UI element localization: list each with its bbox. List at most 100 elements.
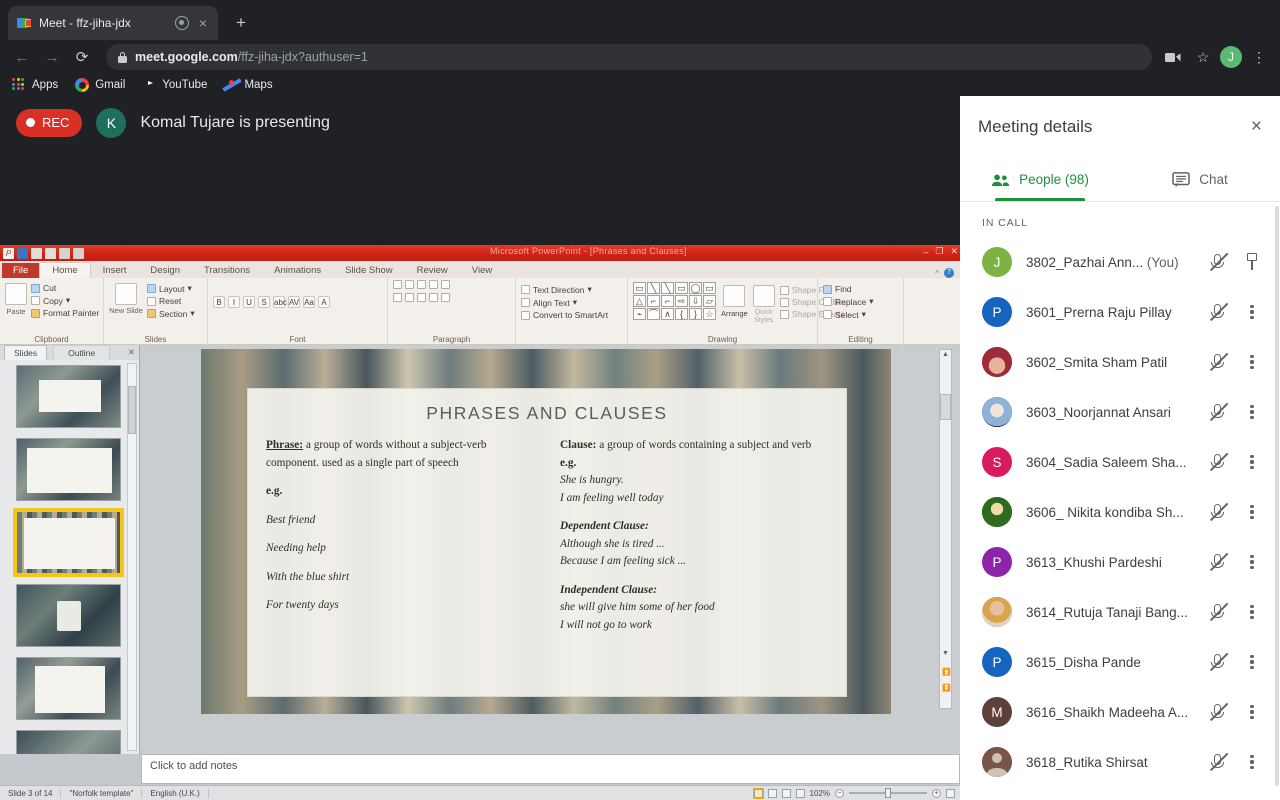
decrease-indent-icon[interactable] xyxy=(417,280,426,289)
list-item[interactable]: 3603_Noorjannat Ansari xyxy=(960,387,1280,437)
more-icon[interactable] xyxy=(1242,305,1262,320)
ribbon-help-buttons[interactable]: ^ ? xyxy=(935,268,960,278)
zoom-out-icon[interactable]: − xyxy=(835,789,844,798)
more-icon[interactable] xyxy=(1242,455,1262,470)
slide-thumbnail-1[interactable]: 1 xyxy=(16,365,121,428)
more-icon[interactable] xyxy=(1242,705,1262,720)
ribbon-tab-transitions[interactable]: Transitions xyxy=(192,263,262,278)
slide-thumbnail-5[interactable]: 5 xyxy=(16,657,121,720)
slides-pane-tabs[interactable]: Slides Outline ✕ xyxy=(0,345,139,360)
more-icon[interactable] xyxy=(1242,755,1262,770)
quick-styles-button[interactable]: Quick Styles xyxy=(753,282,775,324)
zoom-in-icon[interactable]: + xyxy=(932,789,941,798)
more-icon[interactable] xyxy=(1242,655,1262,670)
tab-chat[interactable]: Chat xyxy=(1120,158,1280,201)
notes-placeholder[interactable]: Click to add notes xyxy=(141,754,960,784)
columns-icon[interactable] xyxy=(441,293,450,302)
view-and-zoom-controls[interactable]: 102% − + xyxy=(754,789,960,798)
layout-button[interactable]: Layout▾ xyxy=(147,283,195,294)
bold-icon[interactable]: B xyxy=(213,296,225,308)
down-arrow-shape-icon[interactable]: ⇩ xyxy=(689,295,702,307)
more-icon[interactable] xyxy=(1242,505,1262,520)
callout-shape-icon[interactable]: ▱ xyxy=(703,295,716,307)
list-item[interactable]: P 3613_Khushi Pardeshi xyxy=(960,537,1280,587)
bookmark-maps[interactable]: Maps xyxy=(224,78,272,92)
mic-off-icon[interactable] xyxy=(1208,252,1228,272)
panel-tabs[interactable]: People (98) Chat xyxy=(960,158,1280,202)
new-slide-button[interactable]: New Slide xyxy=(109,280,143,321)
bookmark-youtube[interactable]: YouTube xyxy=(142,78,207,92)
slide-thumbnail-4[interactable]: 4 xyxy=(16,584,121,647)
shared-screen-view[interactable]: P Microsoft PowerPoint - [Phrases and Cl… xyxy=(0,245,960,800)
slide-editing-area[interactable]: PHRASES AND CLAUSES Phrase: a group of w… xyxy=(141,345,960,754)
paragraph-controls-row2[interactable] xyxy=(393,293,513,302)
fit-to-window-icon[interactable] xyxy=(946,789,955,798)
close-pane-icon[interactable]: ✕ xyxy=(128,347,139,358)
right-arrow-shape-icon[interactable]: ⇨ xyxy=(675,295,688,307)
elbow-shape-icon[interactable]: ⌐ xyxy=(647,295,660,307)
back-button[interactable]: ← xyxy=(8,43,36,71)
format-painter-button[interactable]: Format Painter xyxy=(31,308,99,318)
convert-smartart-button[interactable]: Convert to SmartArt xyxy=(521,310,622,320)
change-case-icon[interactable]: Aa xyxy=(303,296,315,308)
mic-off-icon[interactable] xyxy=(1208,452,1228,472)
star-icon[interactable]: ☆ xyxy=(1190,44,1216,70)
slide-thumbnail-3[interactable]: 3 xyxy=(16,511,121,574)
character-spacing-icon[interactable]: AV xyxy=(288,296,300,308)
slide-sorter-view-icon[interactable] xyxy=(768,789,777,798)
slide-vertical-scrollbar[interactable]: ▲ ▼ ⏫ ⏬ xyxy=(939,349,952,709)
line-shape-icon[interactable]: ╲ xyxy=(647,282,660,294)
list-item[interactable]: S 3604_Sadia Saleem Sha... xyxy=(960,437,1280,487)
font-color-icon[interactable]: A xyxy=(318,296,330,308)
window-buttons[interactable]: – ❐ ✕ xyxy=(923,246,958,257)
elbow2-shape-icon[interactable]: ⌐ xyxy=(661,295,674,307)
cut-button[interactable]: Cut xyxy=(31,283,99,293)
normal-view-icon[interactable] xyxy=(754,789,763,798)
scroll-up-icon[interactable]: ▲ xyxy=(942,351,949,358)
select-button[interactable]: Select▾ xyxy=(823,309,898,320)
arrange-button[interactable]: Arrange xyxy=(721,282,748,318)
ribbon-tab-review[interactable]: Review xyxy=(405,263,460,278)
ribbon-tab-view[interactable]: View xyxy=(460,263,504,278)
bookmark-gmail[interactable]: Gmail xyxy=(75,78,125,92)
participant-list[interactable]: IN CALL J 3802_Pazhai Ann... (You) P 360… xyxy=(960,203,1280,800)
next-slide-icon[interactable]: ⏬ xyxy=(942,684,951,692)
arrow-shape-icon[interactable]: ╲ xyxy=(661,282,674,294)
browser-tab[interactable]: Meet - ffz-jiha-jdx × xyxy=(8,6,218,40)
mic-off-icon[interactable] xyxy=(1208,752,1228,772)
align-left-icon[interactable] xyxy=(393,293,402,302)
pin-icon[interactable] xyxy=(1242,252,1262,272)
more-icon[interactable] xyxy=(1242,555,1262,570)
oval-shape-icon[interactable]: ◯ xyxy=(689,282,702,294)
paragraph-controls-row1[interactable] xyxy=(393,280,513,289)
tab-outline[interactable]: Outline xyxy=(53,345,110,360)
collapse-ribbon-icon[interactable]: ^ xyxy=(935,269,939,278)
ribbon-tab-file[interactable]: File xyxy=(2,263,39,278)
ribbon-tab-bar[interactable]: File Home Insert Design Transitions Anim… xyxy=(0,261,960,278)
freeform-shape-icon[interactable]: ⌁ xyxy=(633,308,646,320)
rectangle-shape-icon[interactable]: ▭ xyxy=(675,282,688,294)
address-bar[interactable]: meet.google.com/ffz-jiha-jdx?authuser=1 xyxy=(106,44,1152,70)
mic-off-icon[interactable] xyxy=(1208,602,1228,622)
slide-thumbnail-6[interactable]: 6 xyxy=(16,730,121,754)
mic-off-icon[interactable] xyxy=(1208,552,1228,572)
underline-icon[interactable]: U xyxy=(243,296,255,308)
triangle-shape-icon[interactable]: △ xyxy=(633,295,646,307)
scroll-down-icon[interactable]: ▼ xyxy=(942,650,949,657)
find-button[interactable]: Find xyxy=(823,284,898,294)
align-right-icon[interactable] xyxy=(417,293,426,302)
list-item[interactable]: 3614_Rutuja Tanaji Bang... xyxy=(960,587,1280,637)
minimize-button[interactable]: – xyxy=(923,247,928,257)
tab-slides[interactable]: Slides xyxy=(4,345,47,360)
close-icon[interactable]: × xyxy=(1251,116,1262,138)
rounded-rect-shape-icon[interactable]: ▭ xyxy=(703,282,716,294)
reading-view-icon[interactable] xyxy=(782,789,791,798)
list-item[interactable]: J 3802_Pazhai Ann... (You) xyxy=(960,237,1280,287)
reload-button[interactable]: ⟳ xyxy=(68,43,96,71)
brace-left-icon[interactable]: { xyxy=(675,308,688,320)
align-center-icon[interactable] xyxy=(405,293,414,302)
reset-button[interactable]: Reset xyxy=(147,296,195,306)
slide-show-view-icon[interactable] xyxy=(796,789,805,798)
more-icon[interactable] xyxy=(1242,355,1262,370)
powerpoint-ribbon[interactable]: Paste Cut Copy▾ Format Painter Clipboard xyxy=(0,278,960,345)
